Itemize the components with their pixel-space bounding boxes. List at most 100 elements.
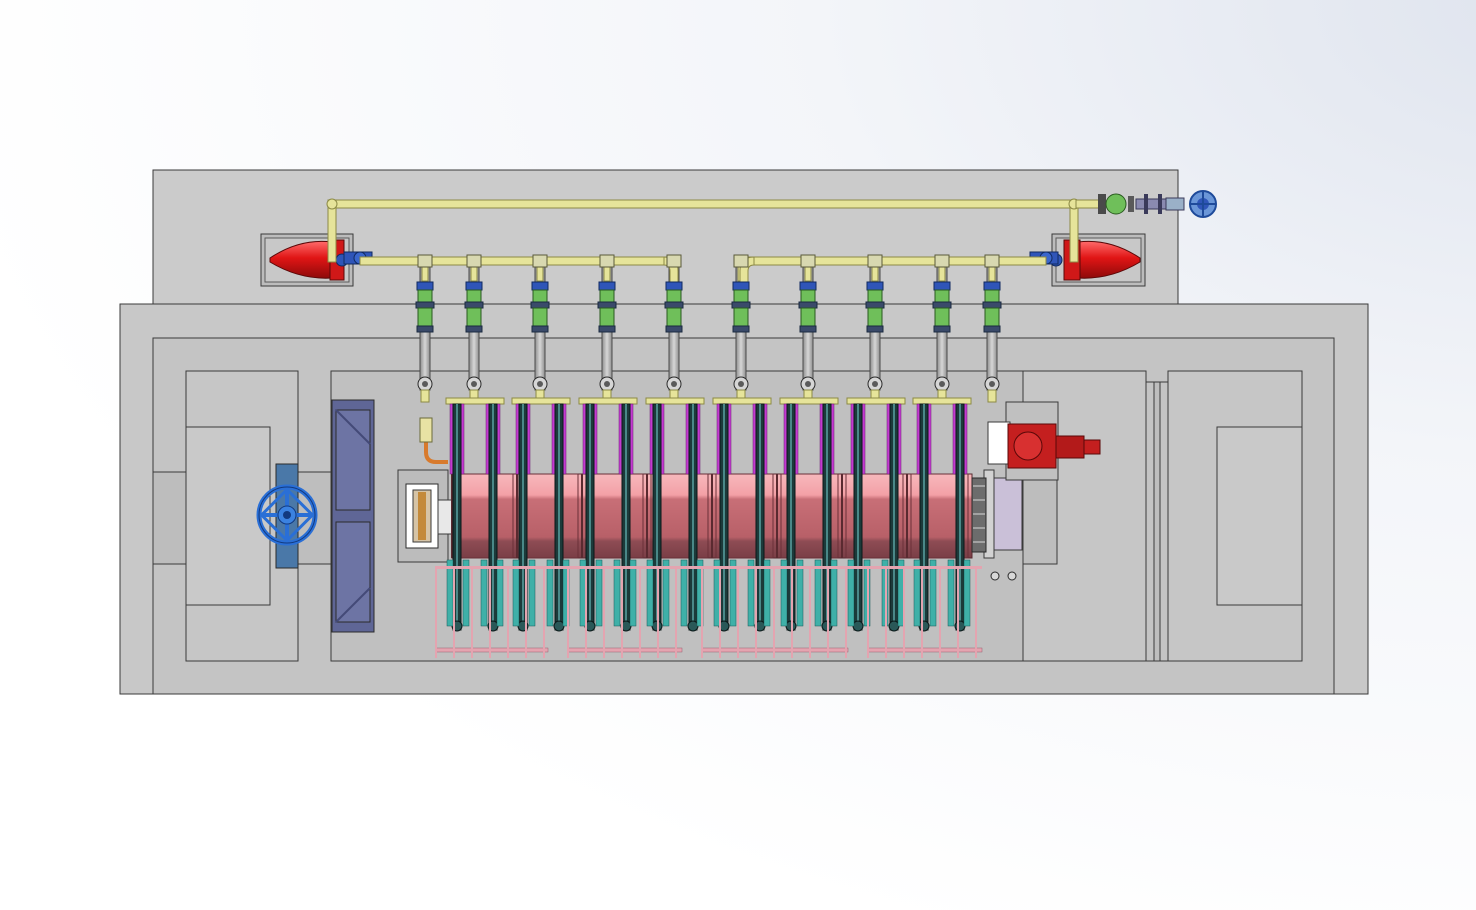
lower-element xyxy=(796,559,804,627)
gas-shutoff-valve[interactable] xyxy=(1105,193,1127,215)
return-riser xyxy=(675,566,677,658)
manifold-flange xyxy=(532,254,548,268)
heater-tube-end xyxy=(888,620,900,632)
lower-element xyxy=(546,559,554,627)
heater-tube-end xyxy=(687,620,699,632)
leg-tee xyxy=(987,389,997,403)
right-chamber-panel xyxy=(1216,426,1303,606)
heater-tube-highlight xyxy=(723,404,725,630)
leg-valve-lower xyxy=(733,307,749,327)
lower-element xyxy=(680,559,688,627)
lower-element xyxy=(780,559,788,627)
leg-valve-base xyxy=(933,325,951,333)
leg-valve-flange xyxy=(415,301,435,309)
lower-element xyxy=(462,559,470,627)
leg-valve-body xyxy=(984,289,1000,303)
leg-valve-top xyxy=(531,281,549,291)
heater-tube-highlight xyxy=(759,404,761,630)
lower-element xyxy=(662,559,670,627)
return-riser xyxy=(585,566,587,658)
leg-valve-lower xyxy=(532,307,548,327)
leg-valve-base xyxy=(531,325,549,333)
return-riser xyxy=(507,566,509,658)
return-riser xyxy=(543,566,545,658)
leg-valve-flange xyxy=(597,301,617,309)
lower-element xyxy=(480,559,488,627)
leg-elbow-core xyxy=(989,381,995,387)
heater-tube-highlight xyxy=(558,404,560,630)
leg-valve-top xyxy=(866,281,884,291)
cad-viewport[interactable] xyxy=(0,0,1476,910)
heater-tube-end xyxy=(918,620,930,632)
leg-valve-body xyxy=(417,289,433,303)
lower-element xyxy=(814,559,822,627)
leg-valve-body xyxy=(867,289,883,303)
right-shaft xyxy=(1022,471,1058,565)
element-header xyxy=(779,397,839,405)
end-cap-wheel xyxy=(971,469,1023,559)
leg-valve-flange xyxy=(464,301,484,309)
leg-valve-base xyxy=(799,325,817,333)
heater-tube-highlight xyxy=(959,404,961,630)
leg-valve-body xyxy=(800,289,816,303)
leg-valve-base xyxy=(665,325,683,333)
feed-line-fitting xyxy=(419,417,433,443)
leg-valve-flange xyxy=(664,301,684,309)
left-shaft xyxy=(152,471,187,565)
manifold-flange xyxy=(934,254,950,268)
leg-valve-flange xyxy=(530,301,550,309)
element-header xyxy=(912,397,972,405)
handwheel-valve[interactable] xyxy=(256,484,318,546)
heater-tube-highlight xyxy=(893,404,895,630)
manifold-flange xyxy=(599,254,615,268)
lower-element xyxy=(729,559,737,627)
leg-valve-top xyxy=(933,281,951,291)
lower-element xyxy=(496,559,504,627)
leg-valve-top xyxy=(416,281,434,291)
lower-element xyxy=(512,559,520,627)
return-riser xyxy=(719,566,721,658)
manifold-flange xyxy=(800,254,816,268)
lower-element xyxy=(629,559,637,627)
leg-valve-lower xyxy=(417,307,433,327)
heater-tube-highlight xyxy=(522,404,524,630)
return-riser xyxy=(791,566,793,658)
manifold-flange xyxy=(984,254,1000,268)
return-riser xyxy=(921,566,923,658)
return-riser xyxy=(737,566,739,658)
return-riser xyxy=(755,566,757,658)
lower-element xyxy=(613,559,621,627)
heater-tube-end xyxy=(553,620,565,632)
element-header xyxy=(578,397,638,405)
leg-valve-top xyxy=(665,281,683,291)
lower-element xyxy=(446,559,454,627)
assembly-drawing xyxy=(0,0,1476,910)
leg-valve-base xyxy=(416,325,434,333)
leg-elbow-core xyxy=(671,381,677,387)
leg-valve-body xyxy=(599,289,615,303)
leg-valve-flange xyxy=(798,301,818,309)
return-header xyxy=(435,647,549,653)
leg-valve-flange xyxy=(982,301,1002,309)
heater-tube-highlight xyxy=(923,404,925,630)
leg-valve-top xyxy=(465,281,483,291)
return-riser xyxy=(657,566,659,658)
return-riser xyxy=(827,566,829,658)
return-riser xyxy=(435,566,437,658)
leg-valve-body xyxy=(733,289,749,303)
leg-valve-top xyxy=(732,281,750,291)
return-top-rail xyxy=(436,566,982,569)
leg-elbow-core xyxy=(872,381,878,387)
return-riser xyxy=(567,566,569,658)
leg-valve-lower xyxy=(934,307,950,327)
leg-valve-lower xyxy=(800,307,816,327)
manifold-flange xyxy=(733,254,749,268)
lower-element xyxy=(963,559,971,627)
leg-valve-base xyxy=(465,325,483,333)
manifold-flange xyxy=(417,254,433,268)
leg-valve-body xyxy=(666,289,682,303)
leg-valve-lower xyxy=(666,307,682,327)
manifold-flange xyxy=(666,254,682,268)
leg-elbow-core xyxy=(939,381,945,387)
lower-element xyxy=(646,559,654,627)
